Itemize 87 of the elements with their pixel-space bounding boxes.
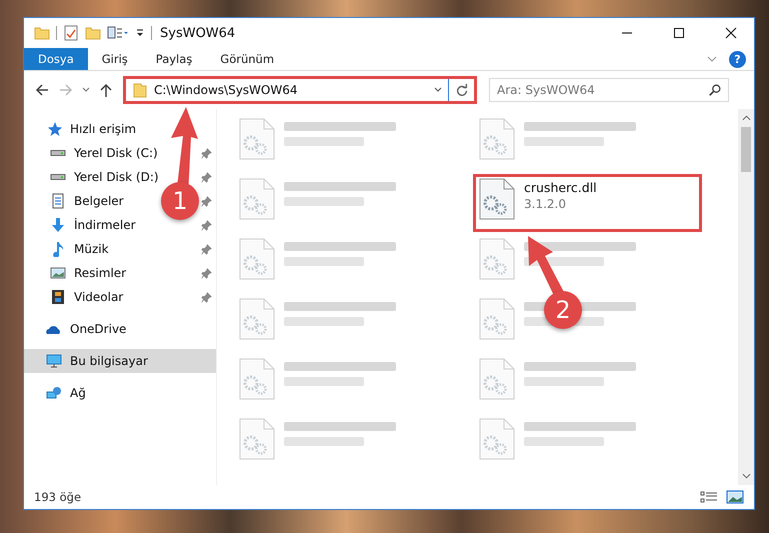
- gear-file-icon: [479, 358, 515, 400]
- dropdown-caret-icon[interactable]: [434, 87, 442, 93]
- music-note-icon: [50, 241, 66, 257]
- ribbon-tab[interactable]: Dosya: [24, 48, 88, 70]
- sidebar-item[interactable]: Bu bilgisayar: [24, 349, 216, 373]
- minimize-icon: [621, 32, 633, 34]
- folder-icon[interactable]: [85, 25, 101, 41]
- pin-icon[interactable]: [201, 268, 212, 278]
- sidebar-item[interactable]: Resimler: [50, 261, 130, 285]
- sidebar-label: Resimler: [74, 266, 126, 280]
- address-bar[interactable]: C:\Windows\SysWOW64: [123, 76, 477, 104]
- sidebar-label: Yerel Disk (C:): [74, 146, 158, 160]
- properties-icon[interactable]: [107, 25, 129, 41]
- sidebar-label: OneDrive: [70, 322, 126, 336]
- gear-file-icon: [479, 178, 515, 220]
- file-detail: 3.1.2.0: [524, 197, 567, 211]
- film-strip-icon: [50, 289, 66, 305]
- address-path: C:\Windows\SysWOW64: [154, 83, 298, 97]
- sidebar-item[interactable]: Yerel Disk (C:): [50, 141, 162, 165]
- window-title: SysWOW64: [160, 26, 236, 40]
- refresh-icon[interactable]: [455, 83, 469, 97]
- sidebar-item[interactable]: OneDrive: [24, 317, 216, 341]
- network-icon: [46, 385, 62, 401]
- gear-file-icon: [239, 178, 275, 220]
- drive-icon: [50, 150, 66, 156]
- scrollbar-thumb[interactable]: [741, 127, 751, 172]
- folder-icon: [132, 82, 148, 98]
- gear-file-icon: [239, 118, 275, 160]
- item-count: 193 öğe: [34, 490, 82, 504]
- gear-file-icon: [479, 118, 515, 160]
- drive-icon: [50, 174, 66, 180]
- sidebar-label: Yerel Disk (D:): [74, 170, 159, 184]
- gear-file-icon: [239, 298, 275, 340]
- search-field[interactable]: Ara: SysWOW64: [489, 78, 729, 102]
- sidebar-label: Belgeler: [74, 194, 124, 208]
- sidebar-item[interactable]: Yerel Disk (D:): [50, 165, 163, 189]
- maximize-icon: [673, 27, 685, 39]
- details-view-icon[interactable]: [700, 490, 718, 504]
- sidebar-item[interactable]: İndirmeler: [50, 213, 140, 237]
- sidebar-label: Videolar: [74, 290, 124, 304]
- sidebar-item[interactable]: Hızlı erişim: [24, 117, 216, 141]
- sidebar-label: Müzik: [74, 242, 109, 256]
- sidebar-label: İndirmeler: [74, 218, 136, 232]
- down-arrow-icon: [50, 217, 66, 233]
- sidebar-label: Ağ: [70, 386, 86, 400]
- recent-caret-icon[interactable]: [82, 87, 90, 93]
- checklist-icon[interactable]: [63, 25, 79, 41]
- gear-file-icon: [239, 418, 275, 460]
- folder-icon[interactable]: [34, 25, 50, 41]
- file-name: crusherc.dll: [524, 180, 597, 195]
- file-item[interactable]: crusherc.dll 3.1.2.0: [473, 174, 702, 232]
- gear-file-icon: [239, 358, 275, 400]
- scrollbar[interactable]: [738, 109, 754, 485]
- gear-file-icon: [479, 298, 515, 340]
- monitor-icon: [46, 353, 62, 369]
- gear-file-icon: [239, 238, 275, 280]
- ribbon-tab[interactable]: Görünüm: [206, 48, 288, 70]
- sidebar-item[interactable]: Ağ: [24, 381, 216, 405]
- help-button[interactable]: ?: [729, 50, 746, 68]
- up-arrow-icon[interactable]: [98, 82, 114, 98]
- picture-icon: [50, 265, 66, 281]
- pin-icon[interactable]: [201, 196, 212, 206]
- document-icon: [50, 193, 66, 209]
- sidebar-label: Hızlı erişim: [70, 122, 136, 136]
- search-icon[interactable]: [708, 83, 722, 97]
- large-icons-view-icon[interactable]: [726, 490, 744, 504]
- pin-icon[interactable]: [201, 148, 212, 158]
- back-arrow-icon[interactable]: [34, 82, 50, 98]
- pin-icon[interactable]: [201, 244, 212, 254]
- close-icon: [725, 27, 737, 39]
- star-icon: [46, 121, 62, 137]
- expand-ribbon-icon[interactable]: [707, 56, 717, 62]
- sidebar-item[interactable]: Belgeler: [50, 189, 128, 213]
- ribbon-tab[interactable]: Giriş: [88, 48, 142, 70]
- scroll-up-icon[interactable]: [742, 115, 750, 121]
- ribbon-tab[interactable]: Paylaş: [142, 48, 206, 70]
- sidebar-label: Bu bilgisayar: [70, 354, 148, 368]
- pin-icon[interactable]: [201, 172, 212, 182]
- sidebar-item[interactable]: Videolar: [50, 285, 128, 309]
- gear-file-icon: [479, 238, 515, 280]
- customize-caret-icon[interactable]: [135, 28, 145, 38]
- gear-file-icon: [479, 418, 515, 460]
- sidebar-item[interactable]: Müzik: [50, 237, 113, 261]
- pin-icon[interactable]: [201, 220, 212, 230]
- scroll-down-icon[interactable]: [742, 473, 750, 479]
- forward-arrow-icon[interactable]: [58, 82, 74, 98]
- pin-icon[interactable]: [201, 292, 212, 302]
